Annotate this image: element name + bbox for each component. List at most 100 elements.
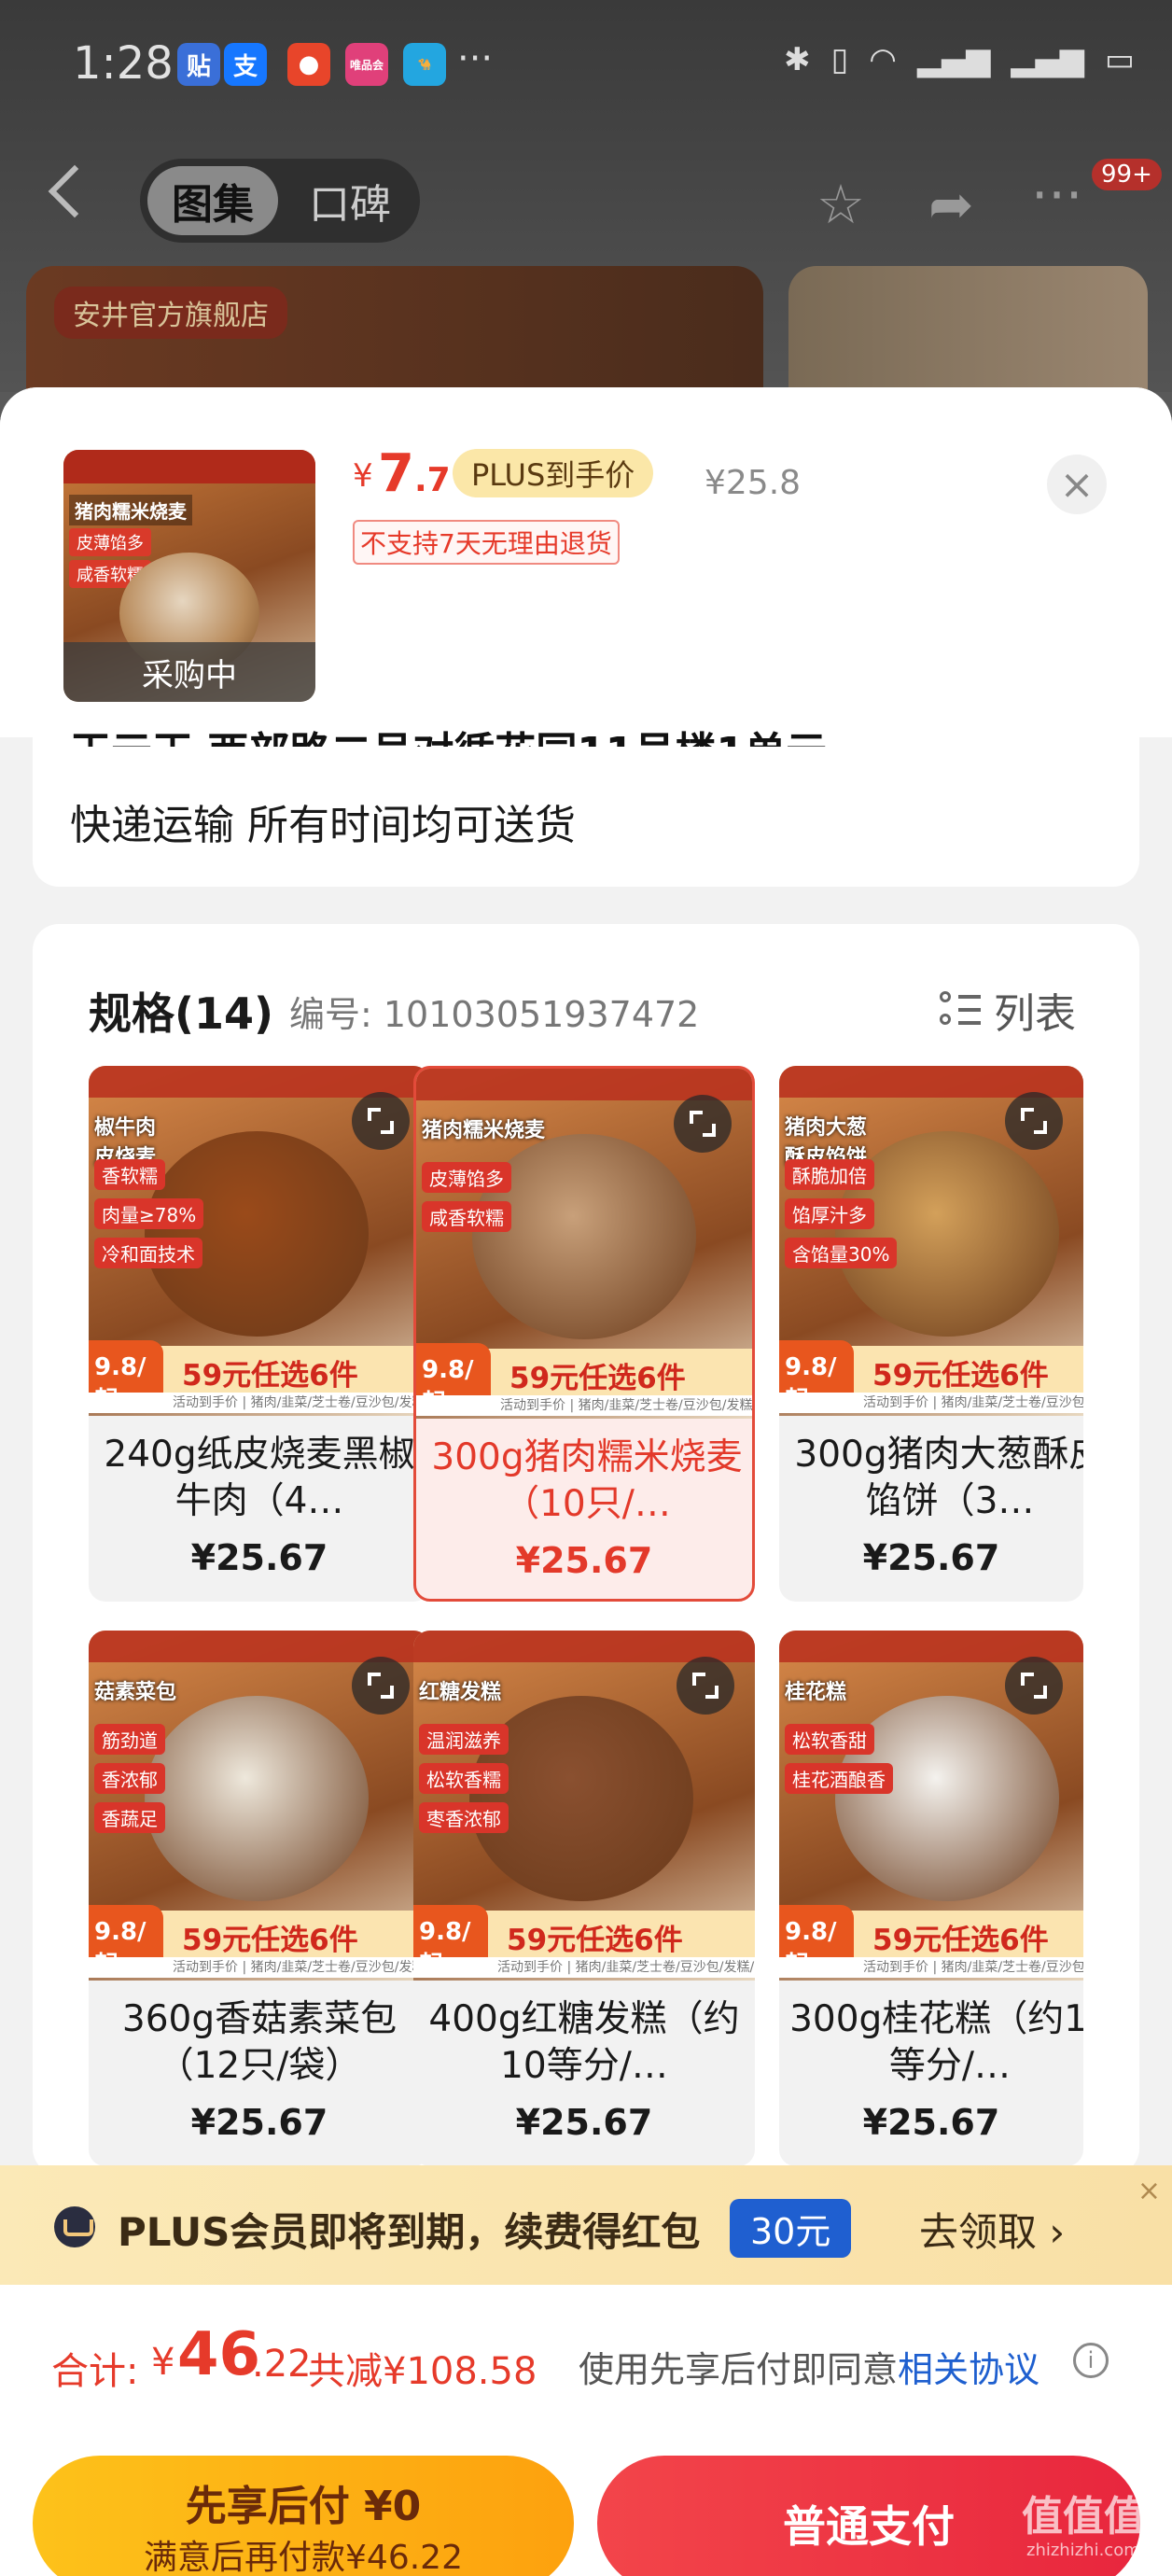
spec-card[interactable]: 猪肉糯米烧麦皮薄馅多咸香软糯 9.8/起59元任选6件活动到手价 | 猪肉/韭菜/…: [413, 1066, 755, 1602]
card-tag: 冷和面技术: [94, 1238, 202, 1268]
agreement-link[interactable]: 相关协议: [898, 2349, 1039, 2390]
status-app-icon: 贴: [177, 43, 220, 86]
plus-message: PLUS会员即将到期，续费得红包: [118, 2209, 701, 2255]
expand-icon[interactable]: [1005, 1657, 1063, 1715]
thumb-band: [63, 450, 315, 483]
original-price: ¥25.8: [705, 464, 802, 502]
status-app-icon: 支: [224, 43, 267, 86]
list-view-toggle[interactable]: 列表: [940, 980, 1076, 1040]
notification-badge: 99+: [1092, 159, 1162, 190]
card-name: 300g猪肉大葱酥皮馅饼（3…: [794, 1434, 1083, 1522]
card-tag: 枣香浓郁: [419, 1802, 509, 1833]
spec-section: 规格(14) 编号: 10103051937472 列表 椒牛肉 皮烧麦 香软糯肉…: [33, 924, 1139, 2175]
thumb-title: 猪肉糯米烧麦: [69, 495, 192, 525]
card-image: 椒牛肉 皮烧麦香软糯肉量≥78%冷和面技术9.8/起59元任选6件活动到手价 |…: [89, 1066, 430, 1416]
card-price: ¥25.67: [515, 1540, 653, 1581]
card-name: 360g香菇素菜包（12只/袋）: [121, 1998, 398, 2087]
spec-card[interactable]: 红糖发糕温润滋养松软香糯枣香浓郁 9.8/起59元任选6件活动到手价 | 猪肉/韭…: [413, 1631, 755, 2166]
crown-icon: [54, 2206, 95, 2247]
store-banner: 安井官方旗舰店: [54, 287, 287, 339]
food-image: [145, 1131, 369, 1337]
total-label: 合计:: [51, 2350, 139, 2393]
expand-icon[interactable]: [674, 1095, 732, 1153]
card-tag: 温润滋养: [419, 1724, 509, 1755]
expand-icon[interactable]: [352, 1092, 410, 1150]
promo-bar: 9.8/起59元任选6件: [89, 1905, 430, 1980]
tab-gallery[interactable]: 图集: [147, 166, 278, 235]
status-icons: ✱ ▯ ◠ ▂▄▆ ▂▄▆ ▭: [784, 41, 1135, 78]
price-currency: ¥: [353, 457, 373, 495]
more-icon[interactable]: ···: [1031, 163, 1082, 227]
address-partial: 王元王 西部路二号对循花园11号楼1单元: [70, 719, 827, 747]
price: 7.7: [378, 443, 451, 504]
card-price: ¥25.67: [862, 2102, 1000, 2143]
status-app-icon: 唯品会: [345, 43, 388, 86]
close-button[interactable]: ×: [1047, 455, 1107, 514]
spec-title: 规格(14): [89, 988, 274, 1039]
price-dec: .7: [413, 461, 451, 499]
tab-reviews[interactable]: 口碑: [299, 166, 401, 235]
card-tag: 含馅量30%: [785, 1238, 898, 1268]
promo-bar: 9.8/起59元任选6件: [89, 1340, 430, 1415]
expand-icon[interactable]: [677, 1657, 734, 1715]
pay-later-sub: 满意后再付款¥46.22: [144, 2539, 463, 2576]
thumb-caption: 采购中: [63, 642, 315, 702]
spec-card[interactable]: 菇素菜包筋劲道香浓郁香蔬足 9.8/起59元任选6件活动到手价 | 猪肉/韭菜/芝…: [89, 1631, 430, 2166]
info-icon[interactable]: i: [1073, 2343, 1109, 2378]
card-tag: 香软糯: [94, 1159, 165, 1190]
red-packet-amount: 30元: [730, 2199, 852, 2258]
status-time: 1:28: [73, 37, 174, 90]
promo-strip: 活动到手价 | 猪肉/韭菜/芝士卷/豆沙包/发糕/豆沙包/发糕: [89, 1393, 430, 1413]
spec-card[interactable]: 猪肉大葱 酥皮馅饼酥脆加倍馅厚汁多含馅量30%9.8/起59元任选6件活动到手价…: [779, 1066, 1083, 1602]
card-image: 猪肉大葱 酥皮馅饼酥脆加倍馅厚汁多含馅量30%9.8/起59元任选6件活动到手价…: [779, 1066, 1083, 1416]
status-app-icon: ●: [287, 43, 330, 86]
claim-button[interactable]: 去领取 ›: [919, 2201, 1065, 2258]
promo-text: 59元任选6件: [872, 1359, 1049, 1393]
card-name: 400g红糖发糕（约10等分/…: [428, 1998, 740, 2087]
share-icon[interactable]: ➦: [928, 173, 974, 236]
back-icon[interactable]: [48, 164, 102, 218]
card-image: 红糖发糕温润滋养松软香糯枣香浓郁 9.8/起59元任选6件活动到手价 | 猪肉/韭…: [413, 1631, 755, 1981]
promo-bar: 9.8/起59元任选6件: [779, 1340, 1083, 1415]
plus-renewal-banner[interactable]: PLUS会员即将到期，续费得红包 30元 去领取 › ×: [0, 2165, 1172, 2285]
card-name: 240g纸皮烧麦黑椒牛肉（4…: [104, 1434, 415, 1522]
card-tag: 香蔬足: [94, 1802, 165, 1833]
card-name: 300g桂花糕（约10等分/…: [789, 1998, 1083, 2087]
card-tag: 筋劲道: [94, 1724, 165, 1755]
spec-card[interactable]: 椒牛肉 皮烧麦香软糯肉量≥78%冷和面技术9.8/起59元任选6件活动到手价 |…: [89, 1066, 430, 1602]
card-tag: 肉量≥78%: [94, 1198, 204, 1229]
promo-text: 59元任选6件: [507, 1924, 683, 1957]
price-int: 7: [378, 443, 414, 504]
signal-icon: ▂▄▆: [916, 41, 991, 78]
promo-text: 59元任选6件: [182, 1924, 358, 1957]
close-banner-icon[interactable]: ×: [1137, 2175, 1161, 2207]
total-currency: ¥: [151, 2341, 175, 2384]
status-bar: 1:28 贴支 ● 唯品会 🐪 ··· ✱ ▯ ◠ ▂▄▆ ▂▄▆ ▭: [0, 0, 1172, 135]
promo-text: 59元任选6件: [872, 1924, 1049, 1957]
star-icon[interactable]: ☆: [816, 173, 865, 236]
spec-card[interactable]: 桂花糕松软香甜桂花酒酿香 9.8/起59元任选6件活动到手价 | 猪肉/韭菜/芝士…: [779, 1631, 1083, 2166]
expand-icon[interactable]: [1005, 1092, 1063, 1150]
expand-icon[interactable]: [352, 1657, 410, 1715]
card-image: 猪肉糯米烧麦皮薄馅多咸香软糯 9.8/起59元任选6件活动到手价 | 猪肉/韭菜/…: [416, 1069, 752, 1419]
promo-strip: 活动到手价 | 猪肉/韭菜/芝士卷/豆沙包/发糕/豆沙包/发糕: [413, 1957, 755, 1978]
signal2-icon: ▂▄▆: [1011, 41, 1084, 78]
watermark: 值值值: [1022, 2493, 1145, 2541]
promo-bar: 9.8/起59元任选6件: [413, 1905, 755, 1980]
watermark-url: zhizhizhi.com: [1026, 2541, 1140, 2560]
agreement-text: 使用先享后付即同意相关协议: [579, 2341, 1039, 2392]
pay-later-button[interactable]: 先享后付 ¥0 满意后再付款¥46.22: [33, 2456, 574, 2576]
total-int: 46: [177, 2320, 261, 2389]
delivery-text: 快递运输 所有时间均可送货: [70, 802, 576, 849]
total-dec: .22: [252, 2343, 312, 2386]
card-tag: 皮薄馅多: [422, 1162, 511, 1193]
delivery-section[interactable]: 王元王 西部路二号对循花园11号楼1单元 快递运输 所有时间均可送货: [33, 729, 1139, 887]
plus-price-badge: PLUS到手价: [453, 449, 654, 497]
promo-bar: 9.8/起59元任选6件: [779, 1905, 1083, 1980]
card-image-title: 猪肉糯米烧麦: [422, 1119, 546, 1142]
card-tag: 香浓郁: [94, 1763, 165, 1794]
card-price: ¥25.67: [862, 1537, 1000, 1578]
product-thumbnail[interactable]: 猪肉糯米烧麦 皮薄馅多 咸香软糯 采购中: [63, 450, 315, 702]
vibrate-icon: ▯: [830, 41, 849, 78]
list-icon: [940, 989, 981, 1030]
